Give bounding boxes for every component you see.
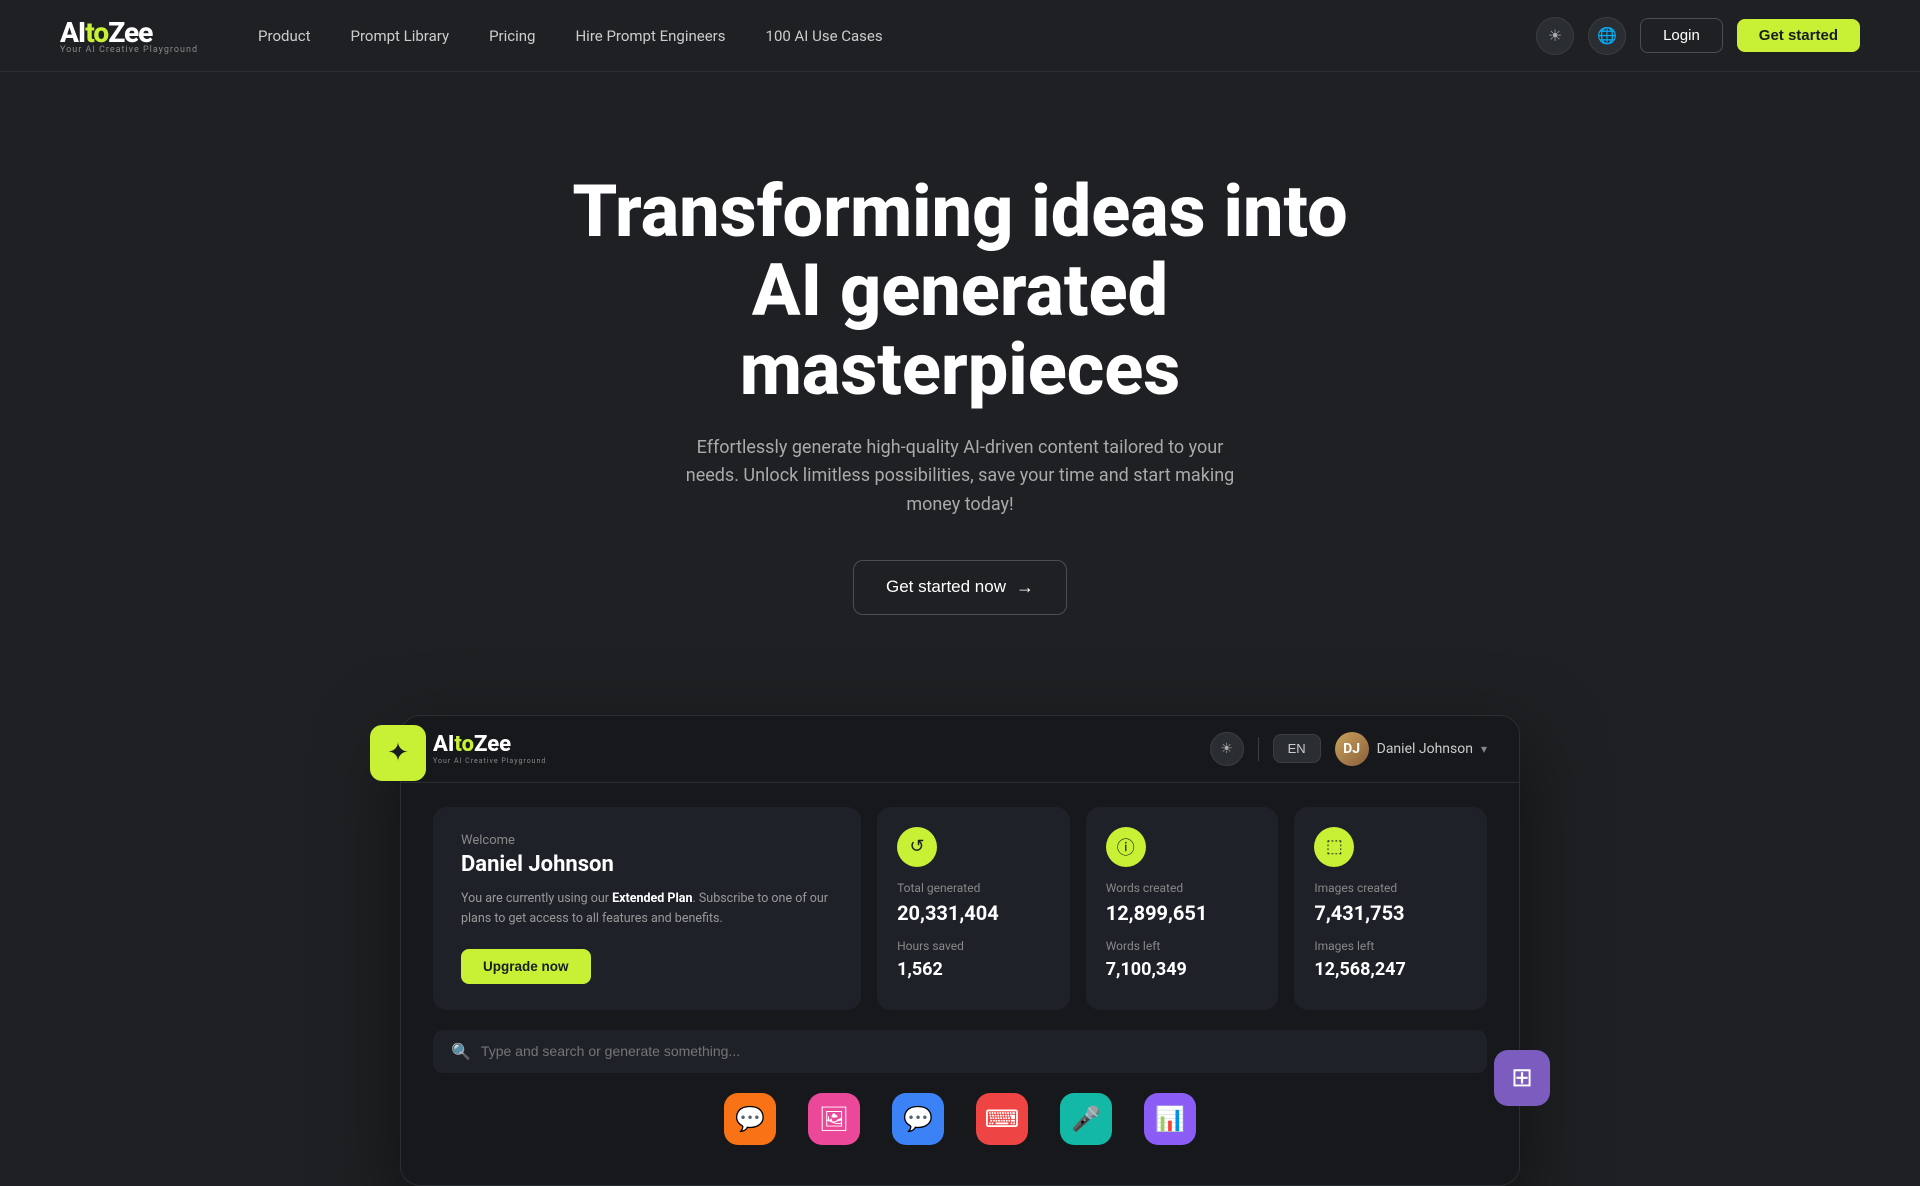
nav-item-prompt-library[interactable]: Prompt Library [351, 26, 450, 45]
dash-theme-icon[interactable]: ☀ [1210, 732, 1244, 766]
stats-row: Welcome Daniel Johnson You are currently… [433, 807, 1487, 1010]
nav-links: Product Prompt Library Pricing Hire Prom… [258, 26, 883, 45]
total-generated-value: 20,331,404 [897, 901, 1050, 925]
stat-card-total-generated: ↺ Total generated 20,331,404 Hours saved… [877, 807, 1070, 1010]
get-started-button-nav[interactable]: Get started [1737, 19, 1860, 52]
images-created-icon: ⬚ [1314, 827, 1354, 867]
words-created-icon: ⓘ [1106, 827, 1146, 867]
words-created-value: 12,899,651 [1106, 901, 1259, 925]
code-icon: ⌨ [976, 1093, 1028, 1145]
dash-avatar: DJ [1335, 732, 1369, 766]
welcome-name: Daniel Johnson [461, 852, 833, 877]
images-left-value: 12,568,247 [1314, 959, 1467, 980]
tool-chat[interactable]: 💬 [724, 1093, 776, 1145]
nav-link-use-cases[interactable]: 100 AI Use Cases [766, 27, 883, 45]
get-started-now-button[interactable]: Get started now → [853, 560, 1067, 615]
dash-avatar-initials: DJ [1343, 741, 1360, 757]
words-created-label: Words created [1106, 881, 1259, 895]
floating-icon-right: ⊞ [1494, 1050, 1550, 1106]
search-bar[interactable]: 🔍 [433, 1030, 1487, 1073]
nav-item-use-cases[interactable]: 100 AI Use Cases [766, 26, 883, 45]
tool-chat2[interactable]: 💬 [892, 1093, 944, 1145]
dash-logo-ai: AI [433, 732, 454, 757]
welcome-desc: You are currently using our Extended Pla… [461, 889, 833, 929]
search-icon: 🔍 [451, 1042, 471, 1061]
dash-logo: AItoZee Your AI Creative Playground [433, 732, 546, 765]
dash-user-menu[interactable]: DJ Daniel Johnson ▾ [1335, 732, 1487, 766]
tool-image[interactable]: 🖼 [808, 1093, 860, 1145]
nav-divider [1258, 737, 1259, 761]
logo[interactable]: AItoZee Your AI Creative Playground [60, 16, 198, 55]
dashboard-frame: AItoZee Your AI Creative Playground ☀ EN… [400, 715, 1520, 1186]
nav-item-pricing[interactable]: Pricing [489, 26, 535, 45]
total-generated-icon: ↺ [897, 827, 937, 867]
floating-icon-left: ✦ [370, 725, 426, 781]
hours-saved-label: Hours saved [897, 939, 1050, 953]
words-left-value: 7,100,349 [1106, 959, 1259, 980]
chevron-down-icon: ▾ [1481, 742, 1487, 756]
tools-row: 💬 🖼 💬 ⌨ 🎤 📊 [433, 1093, 1487, 1161]
voice-icon: 🎤 [1060, 1093, 1112, 1145]
dash-lang-button[interactable]: EN [1273, 734, 1321, 763]
arrow-right-icon: → [1016, 577, 1034, 598]
dashboard-preview-wrapper: ✦ ⊞ AItoZee Your AI Creative Playground … [380, 715, 1540, 1186]
nav-item-hire[interactable]: Hire Prompt Engineers [575, 26, 725, 45]
analytics-icon: 📊 [1144, 1093, 1196, 1145]
globe-icon[interactable]: 🌐 [1588, 17, 1626, 55]
words-left-label: Words left [1106, 939, 1259, 953]
navbar-left: AItoZee Your AI Creative Playground Prod… [60, 16, 883, 55]
hero-title: Transforming ideas into AI generated mas… [570, 172, 1350, 410]
welcome-card: Welcome Daniel Johnson You are currently… [433, 807, 861, 1010]
welcome-label: Welcome [461, 833, 833, 848]
dash-content: Welcome Daniel Johnson You are currently… [401, 783, 1519, 1185]
dash-username: Daniel Johnson [1377, 741, 1473, 757]
image-icon: 🖼 [808, 1093, 860, 1145]
chat2-icon: 💬 [892, 1093, 944, 1145]
stat-card-images-created: ⬚ Images created 7,431,753 Images left 1… [1294, 807, 1487, 1010]
nav-link-product[interactable]: Product [258, 27, 310, 45]
tool-code[interactable]: ⌨ [976, 1093, 1028, 1145]
hero-section: Transforming ideas into AI generated mas… [0, 72, 1920, 675]
chat-icon: 💬 [724, 1093, 776, 1145]
hours-saved-value: 1,562 [897, 959, 1050, 980]
navbar: AItoZee Your AI Creative Playground Prod… [0, 0, 1920, 72]
stat-card-words-created: ⓘ Words created 12,899,651 Words left 7,… [1086, 807, 1279, 1010]
tool-analytics[interactable]: 📊 [1144, 1093, 1196, 1145]
dash-logo-to: to [454, 732, 474, 757]
dash-navbar: AItoZee Your AI Creative Playground ☀ EN… [401, 716, 1519, 783]
dash-logo-tagline: Your AI Creative Playground [433, 757, 546, 765]
navbar-right: ☀ 🌐 Login Get started [1536, 17, 1860, 55]
nav-link-pricing[interactable]: Pricing [489, 27, 535, 45]
get-started-now-label: Get started now [886, 577, 1006, 597]
images-created-value: 7,431,753 [1314, 901, 1467, 925]
hero-subtitle: Effortlessly generate high-quality AI-dr… [680, 434, 1240, 520]
login-button[interactable]: Login [1640, 18, 1723, 53]
images-created-label: Images created [1314, 881, 1467, 895]
nav-item-product[interactable]: Product [258, 26, 310, 45]
images-left-label: Images left [1314, 939, 1467, 953]
nav-link-hire[interactable]: Hire Prompt Engineers [575, 27, 725, 45]
total-generated-label: Total generated [897, 881, 1050, 895]
logo-tagline: Your AI Creative Playground [60, 45, 198, 55]
dash-logo-zee: Zee [474, 732, 511, 757]
dash-nav-right: ☀ EN DJ Daniel Johnson ▾ [1210, 732, 1487, 766]
theme-toggle-icon[interactable]: ☀ [1536, 17, 1574, 55]
search-input[interactable] [481, 1043, 1469, 1059]
nav-link-prompt-library[interactable]: Prompt Library [351, 27, 450, 45]
tool-voice[interactable]: 🎤 [1060, 1093, 1112, 1145]
upgrade-now-button[interactable]: Upgrade now [461, 949, 591, 984]
